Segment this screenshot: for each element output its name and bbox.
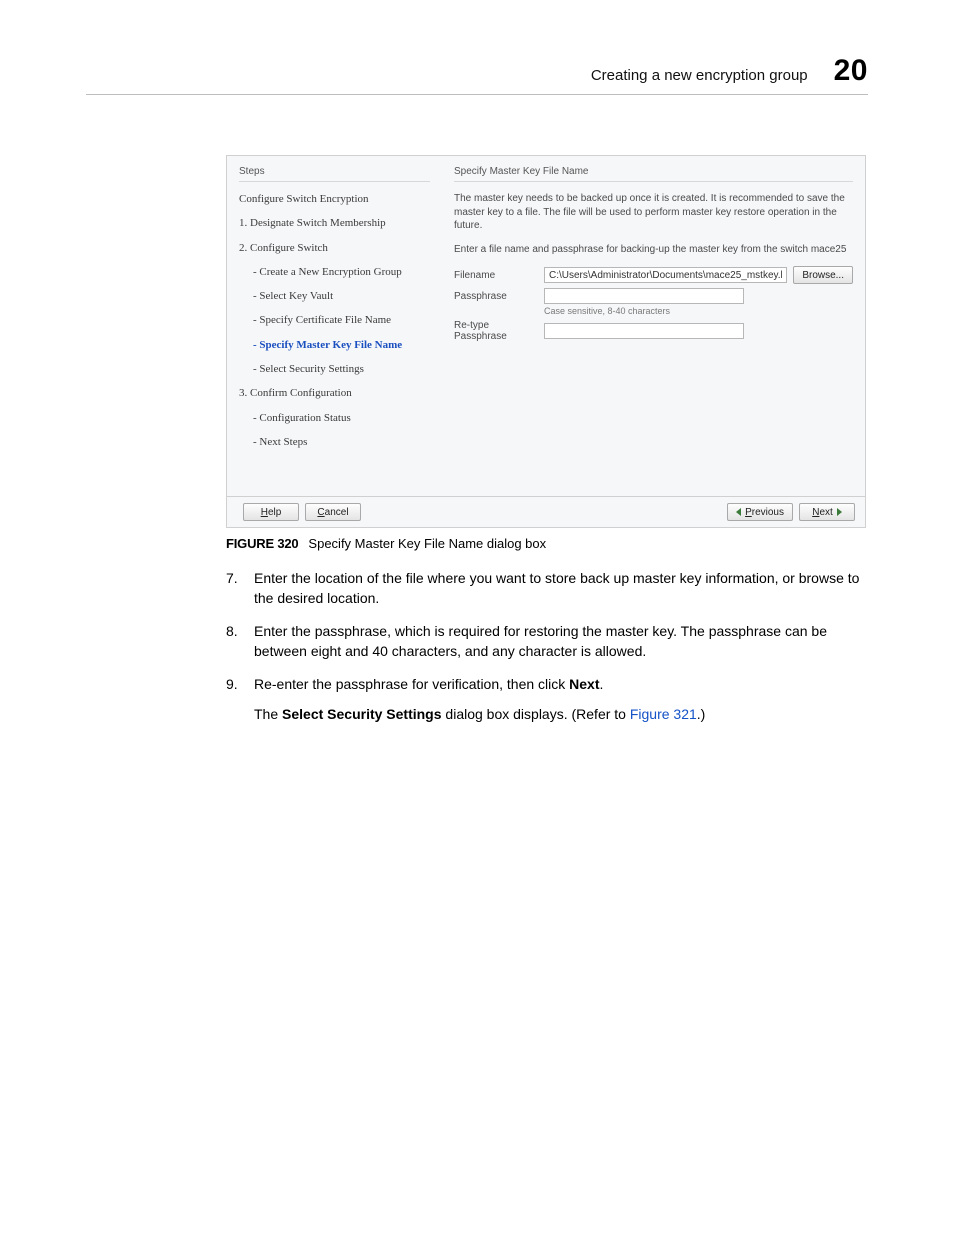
instruction-text: Re-enter the passphrase for verification… xyxy=(254,675,868,695)
step-sub-item: - Select Key Vault xyxy=(239,289,430,303)
step-sub-item: - Create a New Encryption Group xyxy=(239,265,430,279)
instruction-item: 8. Enter the passphrase, which is requir… xyxy=(226,622,868,661)
help-text: Enter a file name and passphrase for bac… xyxy=(454,243,853,257)
steps-pane-title: Steps xyxy=(239,166,430,182)
browse-button[interactable]: Browse... xyxy=(793,266,853,284)
retype-passphrase-input[interactable] xyxy=(544,323,744,339)
step-sub-item: - Configuration Status xyxy=(239,411,430,425)
figure-label: FIGURE 320 xyxy=(226,536,298,551)
step-item: 1. Designate Switch Membership xyxy=(239,216,430,230)
step-sub-item: - Select Security Settings xyxy=(239,362,430,376)
step-heading: Configure Switch Encryption xyxy=(239,192,430,206)
instruction-item: 9. Re-enter the passphrase for verificat… xyxy=(226,675,868,695)
figure-text: Specify Master Key File Name dialog box xyxy=(308,536,546,551)
page-header: Creating a new encryption group 20 xyxy=(86,54,868,95)
instruction-number: 8. xyxy=(226,622,254,661)
steps-pane: Steps Configure Switch Encryption 1. Des… xyxy=(227,156,442,496)
filename-input[interactable] xyxy=(544,267,787,283)
filename-row: Filename Browse... xyxy=(454,266,853,284)
step-sub-item: - Next Steps xyxy=(239,435,430,449)
instruction-text: Enter the location of the file where you… xyxy=(254,569,868,608)
dialog-button-bar: Help Cancel Previous Next xyxy=(227,496,865,527)
passphrase-label: Passphrase xyxy=(454,291,544,302)
main-pane: Specify Master Key File Name The master … xyxy=(442,156,865,496)
instruction-number: 9. xyxy=(226,675,254,695)
step-sub-item: - Specify Certificate File Name xyxy=(239,313,430,327)
passphrase-row: Passphrase xyxy=(454,288,853,304)
retype-label: Re-type Passphrase xyxy=(454,320,544,342)
figure-link[interactable]: Figure 321 xyxy=(630,706,697,722)
filename-label: Filename xyxy=(454,270,544,281)
step-item: 3. Confirm Configuration xyxy=(239,386,430,400)
help-text: The master key needs to be backed up onc… xyxy=(454,192,853,233)
instruction-list: 7. Enter the location of the file where … xyxy=(226,569,868,695)
figure-caption: FIGURE 320 Specify Master Key File Name d… xyxy=(226,536,868,551)
chapter-number: 20 xyxy=(834,54,868,88)
instruction-number: 7. xyxy=(226,569,254,608)
instruction-text: Enter the passphrase, which is required … xyxy=(254,622,868,661)
main-pane-title: Specify Master Key File Name xyxy=(454,166,853,182)
triangle-right-icon xyxy=(837,508,842,516)
section-title: Creating a new encryption group xyxy=(591,67,808,84)
next-button[interactable]: Next xyxy=(799,503,855,521)
cancel-button[interactable]: Cancel xyxy=(305,503,361,521)
passphrase-hint: Case sensitive, 8-40 characters xyxy=(544,306,853,316)
passphrase-input[interactable] xyxy=(544,288,744,304)
previous-button[interactable]: Previous xyxy=(727,503,793,521)
instruction-followup: The Select Security Settings dialog box … xyxy=(254,705,868,725)
wizard-dialog: Steps Configure Switch Encryption 1. Des… xyxy=(226,155,866,528)
help-button[interactable]: Help xyxy=(243,503,299,521)
retype-row: Re-type Passphrase xyxy=(454,320,853,342)
step-item: 2. Configure Switch xyxy=(239,241,430,255)
step-sub-item-current: - Specify Master Key File Name xyxy=(239,338,430,352)
instruction-item: 7. Enter the location of the file where … xyxy=(226,569,868,608)
triangle-left-icon xyxy=(736,508,741,516)
